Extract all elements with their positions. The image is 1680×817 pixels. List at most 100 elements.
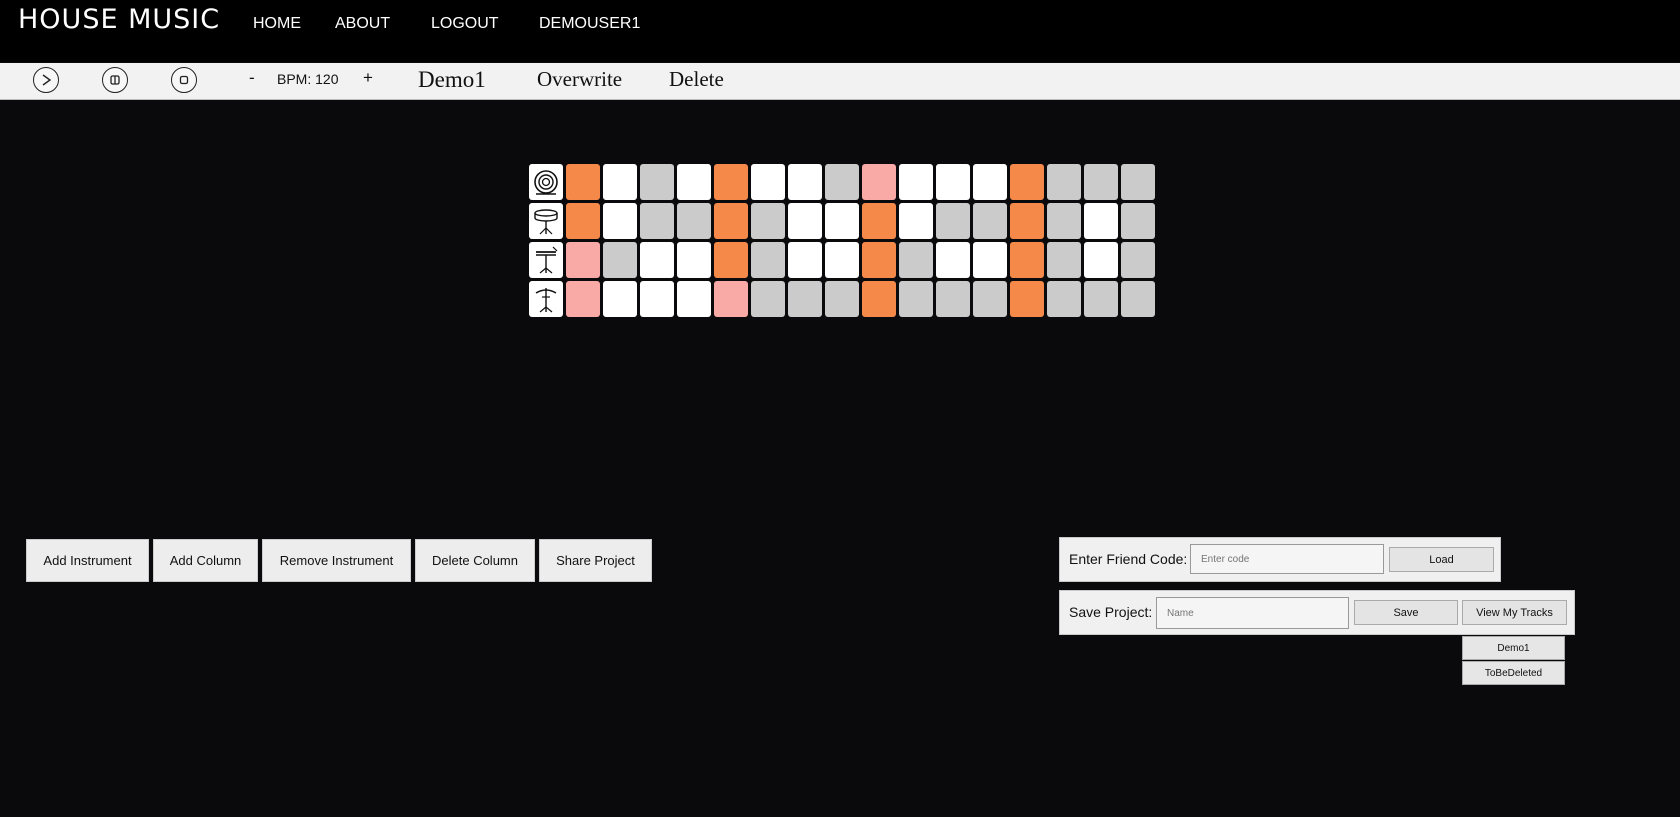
step-cell[interactable] <box>788 242 822 278</box>
step-cell[interactable] <box>899 281 933 317</box>
step-cell[interactable] <box>788 281 822 317</box>
step-cell[interactable] <box>751 281 785 317</box>
step-cell[interactable] <box>566 164 600 200</box>
save-project-label: Save Project: <box>1069 604 1153 620</box>
step-cell[interactable] <box>862 281 896 317</box>
step-cell[interactable] <box>640 203 674 239</box>
instrument-hihat[interactable] <box>529 242 563 278</box>
brand-logo[interactable]: HOUSE MUSIC <box>18 4 220 35</box>
track-item-tobedeleted[interactable]: ToBeDeleted <box>1462 661 1565 685</box>
step-cell[interactable] <box>751 203 785 239</box>
share-project-button[interactable]: Share Project <box>539 539 652 582</box>
step-cell[interactable] <box>1084 242 1118 278</box>
kick-drum-icon <box>534 170 558 195</box>
step-cell[interactable] <box>899 242 933 278</box>
step-cell[interactable] <box>1010 281 1044 317</box>
step-cell[interactable] <box>751 164 785 200</box>
save-project-panel: Save Project: Save View My Tracks <box>1059 590 1575 635</box>
step-cell[interactable] <box>1121 281 1155 317</box>
friend-code-input[interactable] <box>1190 544 1384 574</box>
nav-user[interactable]: DEMOUSER1 <box>539 15 640 33</box>
step-cell[interactable] <box>714 203 748 239</box>
step-cell[interactable] <box>1084 281 1118 317</box>
track-item-demo1[interactable]: Demo1 <box>1462 636 1565 660</box>
nav-home[interactable]: HOME <box>253 15 301 33</box>
step-cell[interactable] <box>973 164 1007 200</box>
add-instrument-button[interactable]: Add Instrument <box>26 539 149 582</box>
step-cell[interactable] <box>1010 164 1044 200</box>
top-nav: HOUSE MUSIC HOME ABOUT LOGOUT DEMOUSER1 <box>0 0 1680 62</box>
step-cell[interactable] <box>1010 203 1044 239</box>
step-cell[interactable] <box>1121 203 1155 239</box>
step-cell[interactable] <box>603 164 637 200</box>
step-cell[interactable] <box>973 242 1007 278</box>
step-cell[interactable] <box>862 242 896 278</box>
overwrite-button[interactable]: Overwrite <box>537 67 622 92</box>
load-button[interactable]: Load <box>1389 547 1494 572</box>
step-cell[interactable] <box>936 203 970 239</box>
stop-button[interactable] <box>171 67 197 93</box>
view-my-tracks-button[interactable]: View My Tracks <box>1462 600 1567 625</box>
delete-button[interactable]: Delete <box>669 67 724 92</box>
step-cell[interactable] <box>862 164 896 200</box>
step-cell[interactable] <box>973 203 1007 239</box>
delete-column-button[interactable]: Delete Column <box>415 539 535 582</box>
step-cell[interactable] <box>788 164 822 200</box>
step-cell[interactable] <box>603 281 637 317</box>
step-cell[interactable] <box>1084 203 1118 239</box>
instrument-cymbal[interactable] <box>529 281 563 317</box>
step-cell[interactable] <box>936 164 970 200</box>
project-name-input[interactable] <box>1156 597 1349 629</box>
nav-about[interactable]: ABOUT <box>335 15 390 33</box>
step-cell[interactable] <box>899 203 933 239</box>
step-cell[interactable] <box>825 281 859 317</box>
friend-code-label: Enter Friend Code: <box>1069 551 1188 567</box>
friend-code-panel: Enter Friend Code: Load <box>1059 537 1501 582</box>
step-cell[interactable] <box>714 164 748 200</box>
step-cell[interactable] <box>640 164 674 200</box>
step-cell[interactable] <box>1047 164 1081 200</box>
step-cell[interactable] <box>825 203 859 239</box>
step-cell[interactable] <box>677 203 711 239</box>
project-name[interactable]: Demo1 <box>418 67 486 93</box>
step-cell[interactable] <box>566 203 600 239</box>
add-column-button[interactable]: Add Column <box>153 539 258 582</box>
instrument-kick[interactable] <box>529 164 563 200</box>
step-cell[interactable] <box>640 242 674 278</box>
step-cell[interactable] <box>1047 281 1081 317</box>
step-cell[interactable] <box>1121 164 1155 200</box>
step-cell[interactable] <box>751 242 785 278</box>
step-cell[interactable] <box>640 281 674 317</box>
step-cell[interactable] <box>677 164 711 200</box>
step-cell[interactable] <box>566 281 600 317</box>
play-icon <box>42 74 52 86</box>
step-cell[interactable] <box>788 203 822 239</box>
save-button[interactable]: Save <box>1354 600 1458 625</box>
step-cell[interactable] <box>825 242 859 278</box>
pause-button[interactable] <box>102 67 128 93</box>
nav-logout[interactable]: LOGOUT <box>431 15 499 33</box>
step-cell[interactable] <box>936 242 970 278</box>
step-cell[interactable] <box>899 164 933 200</box>
step-cell[interactable] <box>1047 203 1081 239</box>
step-cell[interactable] <box>566 242 600 278</box>
play-button[interactable] <box>33 67 59 93</box>
step-cell[interactable] <box>973 281 1007 317</box>
step-cell[interactable] <box>603 203 637 239</box>
step-cell[interactable] <box>1047 242 1081 278</box>
step-cell[interactable] <box>714 281 748 317</box>
step-cell[interactable] <box>1121 242 1155 278</box>
step-cell[interactable] <box>862 203 896 239</box>
bpm-decrease-button[interactable]: - <box>249 68 255 88</box>
step-cell[interactable] <box>714 242 748 278</box>
step-cell[interactable] <box>825 164 859 200</box>
step-cell[interactable] <box>603 242 637 278</box>
step-cell[interactable] <box>936 281 970 317</box>
step-cell[interactable] <box>1010 242 1044 278</box>
instrument-snare[interactable] <box>529 203 563 239</box>
remove-instrument-button[interactable]: Remove Instrument <box>262 539 411 582</box>
bpm-increase-button[interactable]: + <box>363 68 373 88</box>
step-cell[interactable] <box>677 242 711 278</box>
step-cell[interactable] <box>1084 164 1118 200</box>
step-cell[interactable] <box>677 281 711 317</box>
